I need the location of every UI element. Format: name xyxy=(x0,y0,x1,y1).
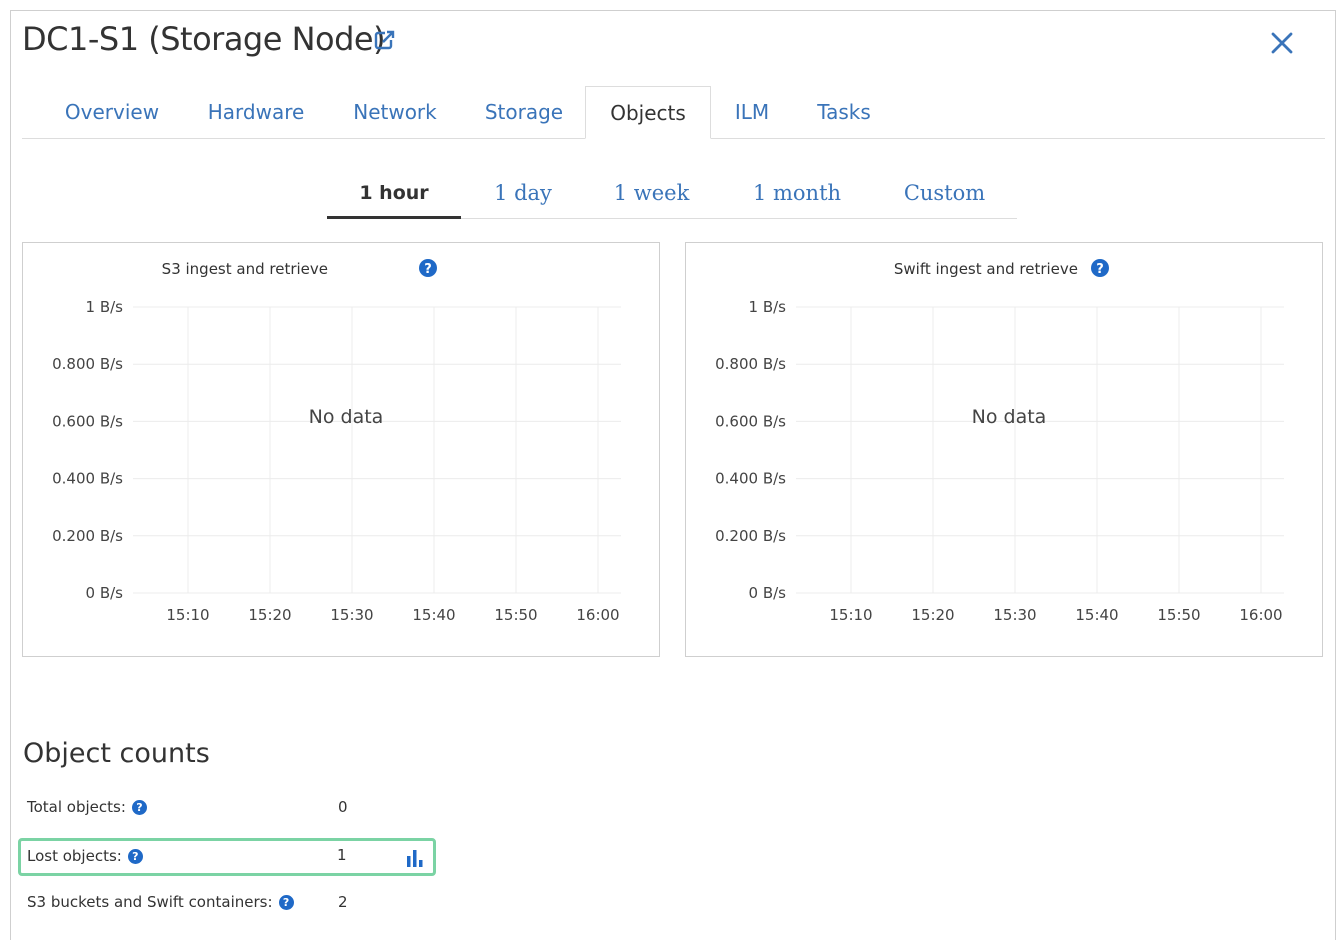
y-tick-label: 1 B/s xyxy=(86,298,124,316)
svg-text:?: ? xyxy=(424,262,432,277)
y-tick-label: 0.600 B/s xyxy=(715,412,786,430)
buckets-containers-row: S3 buckets and Swift containers:? 2 xyxy=(18,885,436,923)
count-value: 1 xyxy=(337,846,347,864)
period-1-hour[interactable]: 1 hour xyxy=(327,172,461,219)
y-tick-label: 0 B/s xyxy=(749,584,787,602)
x-tick-label: 15:40 xyxy=(412,606,455,624)
x-tick-label: 15:20 xyxy=(911,606,954,624)
tab-hardware[interactable]: Hardware xyxy=(202,86,310,138)
y-tick-label: 0.400 B/s xyxy=(52,470,123,488)
s3-ingest-chart: S3 ingest and retrieve ? 1 B/s 0.800 B/s 0… xyxy=(22,242,660,657)
x-tick-label: 15:30 xyxy=(330,606,373,624)
y-tick-label: 0 B/s xyxy=(86,584,124,602)
no-data-label: No data xyxy=(972,406,1047,428)
help-icon[interactable]: ? xyxy=(1091,259,1109,277)
period-1-month[interactable]: 1 month xyxy=(732,172,862,216)
x-tick-label: 15:10 xyxy=(829,606,872,624)
x-tick-label: 15:40 xyxy=(1075,606,1118,624)
s3-chart-svg: S3 ingest and retrieve ? 1 B/s 0.800 B/s 0… xyxy=(52,259,621,624)
y-tick-label: 0.800 B/s xyxy=(52,355,123,373)
total-objects-row: Total objects:? 0 xyxy=(18,790,436,828)
lost-objects-row: Lost objects:? 1 xyxy=(18,838,436,876)
swift-ingest-chart: Swift ingest and retrieve ? 1 B/s 0.800 B… xyxy=(685,242,1323,657)
chart-title: S3 ingest and retrieve xyxy=(162,260,328,278)
tab-tasks[interactable]: Tasks xyxy=(807,86,881,138)
y-tick-label: 1 B/s xyxy=(749,298,787,316)
x-tick-label: 15:10 xyxy=(166,606,209,624)
help-icon[interactable]: ? xyxy=(127,849,143,864)
node-tabs: Overview Hardware Network Storage Object… xyxy=(22,86,1325,139)
count-value: 0 xyxy=(338,798,348,816)
y-tick-label: 0.200 B/s xyxy=(52,527,123,545)
tab-ilm[interactable]: ILM xyxy=(722,86,782,138)
count-value: 2 xyxy=(338,893,348,911)
period-1-day[interactable]: 1 day xyxy=(477,172,569,216)
period-custom[interactable]: Custom xyxy=(892,172,997,216)
swift-chart-svg: Swift ingest and retrieve ? 1 B/s 0.800 B… xyxy=(715,259,1284,624)
y-tick-label: 0.200 B/s xyxy=(715,527,786,545)
count-label: Total objects:? xyxy=(27,798,147,816)
help-icon[interactable]: ? xyxy=(278,895,294,910)
svg-text:?: ? xyxy=(1096,262,1104,277)
help-icon[interactable]: ? xyxy=(419,259,437,277)
tab-overview[interactable]: Overview xyxy=(22,86,202,138)
object-counts-title: Object counts xyxy=(23,738,210,769)
x-tick-label: 16:00 xyxy=(1239,606,1282,624)
y-tick-label: 0.600 B/s xyxy=(52,412,123,430)
period-1-week[interactable]: 1 week xyxy=(599,172,704,216)
close-icon[interactable] xyxy=(1269,30,1295,56)
count-label: Lost objects:? xyxy=(27,847,143,865)
help-icon[interactable]: ? xyxy=(131,800,147,815)
time-period-tabs: 1 hour 1 day 1 week 1 month Custom xyxy=(327,172,1017,219)
y-tick-label: 0.400 B/s xyxy=(715,470,786,488)
page-title: DC1-S1 (Storage Node) xyxy=(22,20,386,58)
tab-objects[interactable]: Objects xyxy=(585,86,711,139)
y-tick-label: 0.800 B/s xyxy=(715,355,786,373)
count-label: S3 buckets and Swift containers:? xyxy=(27,893,294,911)
bar-chart-icon[interactable] xyxy=(405,847,427,869)
x-tick-label: 15:30 xyxy=(993,606,1036,624)
no-data-label: No data xyxy=(309,406,384,428)
tab-network[interactable]: Network xyxy=(340,86,450,138)
chart-title: Swift ingest and retrieve xyxy=(894,260,1078,278)
tab-storage[interactable]: Storage xyxy=(472,86,576,138)
x-tick-label: 15:20 xyxy=(248,606,291,624)
x-tick-label: 15:50 xyxy=(494,606,537,624)
x-tick-label: 16:00 xyxy=(576,606,619,624)
x-tick-label: 15:50 xyxy=(1157,606,1200,624)
external-link-icon[interactable] xyxy=(373,28,397,52)
